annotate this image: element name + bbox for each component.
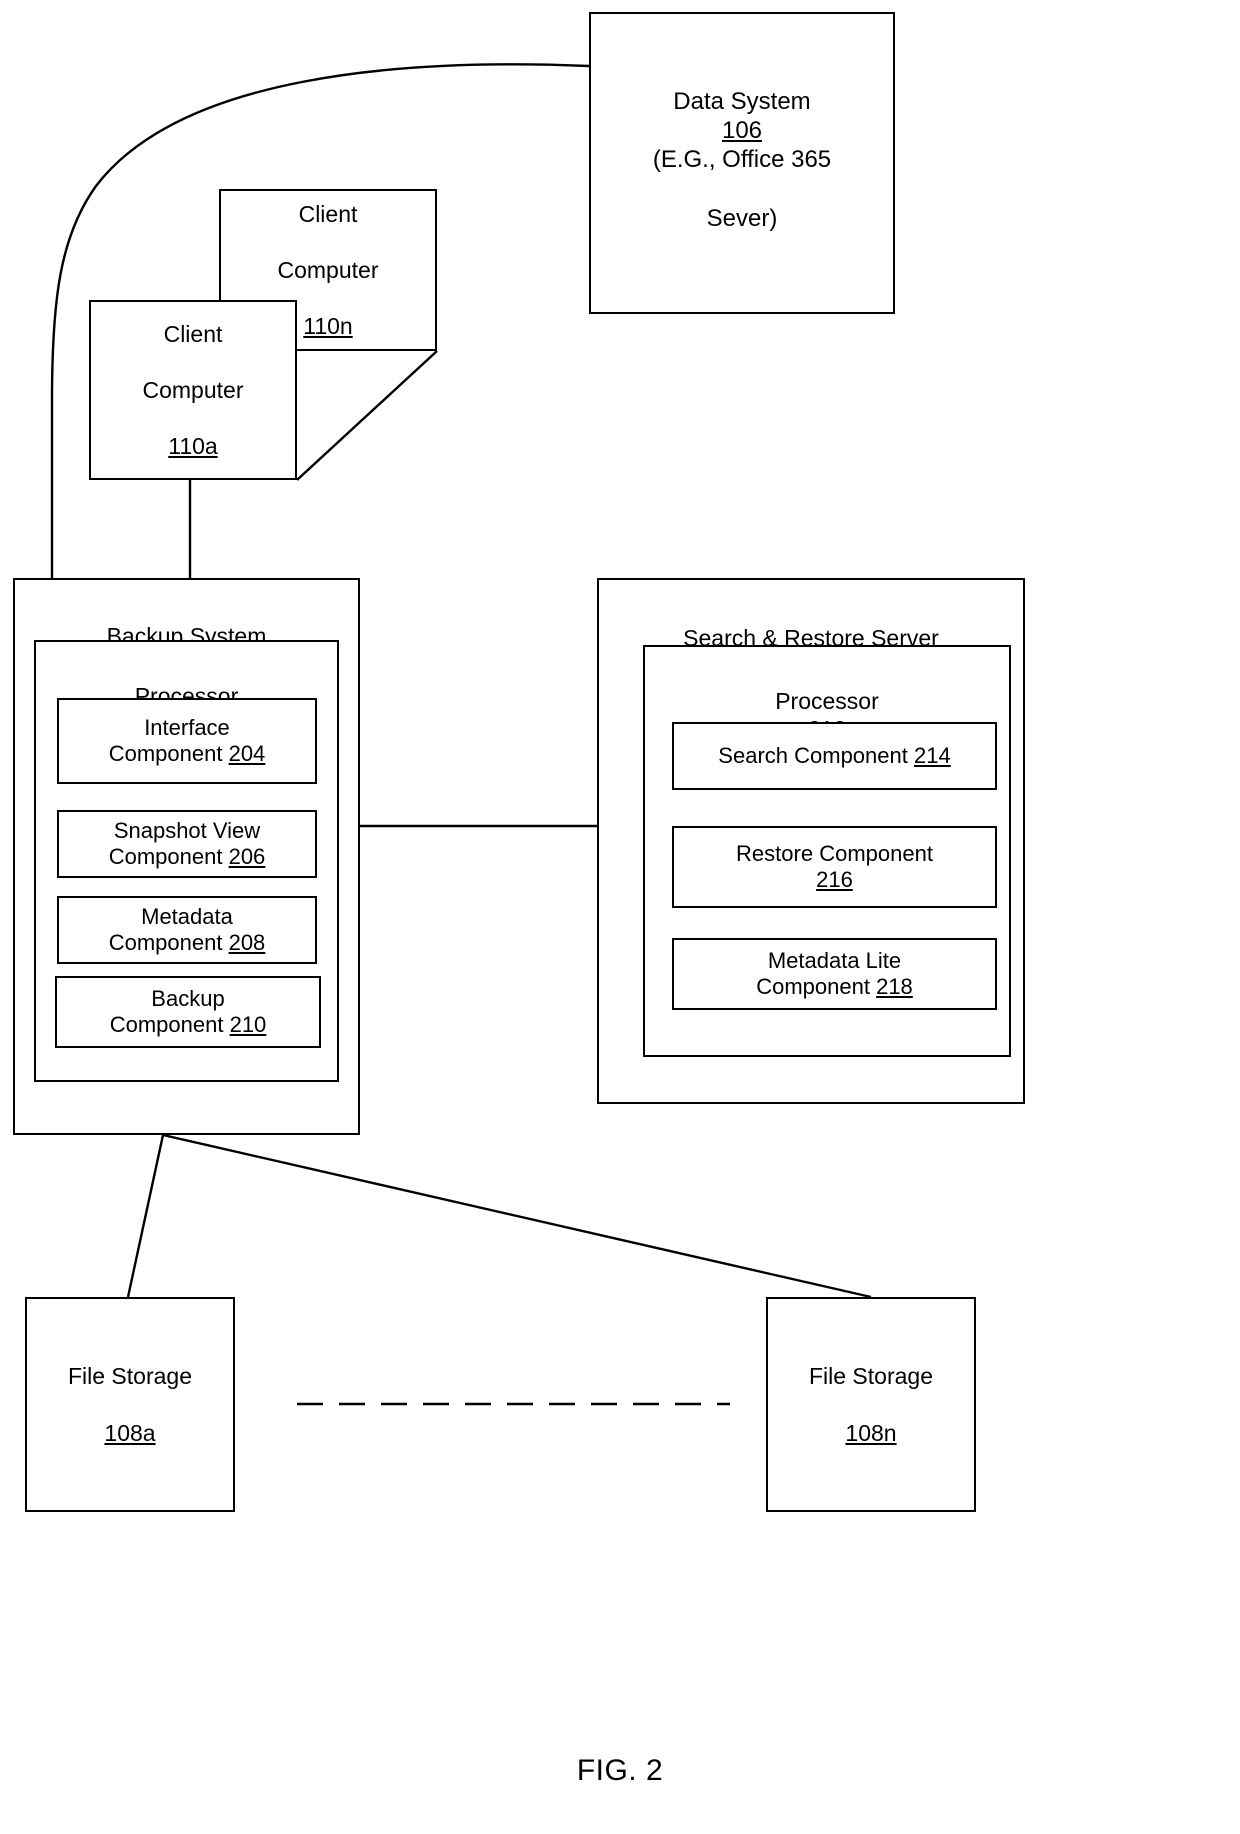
node-interface-component[interactable]: Interface Component 204 [57, 698, 317, 784]
file-storage-a-label: File Storage 108a [27, 1299, 233, 1510]
figure-caption: FIG. 2 [576, 1754, 664, 1787]
metadata-lite-component-ref: 218 [876, 974, 913, 999]
data-system-line2: (E.G., Office 365 [652, 146, 832, 174]
connector-backup-to-file-storage-n [162, 1133, 872, 1299]
node-snapshot-view-component[interactable]: Snapshot View Component 206 [57, 810, 317, 878]
client-a-line2: Computer [142, 376, 244, 403]
client-a-line1: Client [163, 320, 223, 347]
node-restore-component[interactable]: Restore Component 216 [672, 826, 997, 908]
file-storage-n-label: File Storage 108n [768, 1299, 974, 1510]
restore-component-line1: Restore Component [736, 841, 933, 866]
connector-backup-to-file-storage-a [126, 1134, 165, 1298]
interface-component-line2: Component [108, 741, 223, 766]
metadata-lite-component-line1: Metadata Lite [767, 948, 902, 973]
connector-client-stack [296, 350, 438, 481]
backup-component-ref: 210 [229, 1012, 267, 1037]
snapshot-view-component-line2: Component [108, 844, 223, 869]
backup-component-line2: Component [109, 1012, 224, 1037]
restore-component-ref: 216 [816, 867, 853, 892]
search-component-line1: Search Component [718, 743, 908, 768]
client-a-label: Client Computer 110a [91, 302, 295, 478]
file-storage-a-ref: 108a [104, 1419, 156, 1446]
search-component-ref: 214 [913, 743, 951, 768]
node-file-storage-108n[interactable]: File Storage 108n [766, 1297, 976, 1512]
file-storage-a-line1: File Storage [67, 1363, 192, 1390]
patent-figure-page: Data System 106 (E.G., Office 365 Sever)… [0, 0, 1240, 1834]
data-system-line1: Data System [673, 87, 811, 115]
node-metadata-lite-component[interactable]: Metadata Lite Component 218 [672, 938, 997, 1010]
client-n-line1: Client [298, 200, 358, 227]
client-a-ref: 110a [168, 433, 218, 460]
node-file-storage-108a[interactable]: File Storage 108a [25, 1297, 235, 1512]
file-storage-n-line1: File Storage [808, 1363, 933, 1390]
node-backup-component[interactable]: Backup Component 210 [55, 976, 321, 1048]
metadata-component-ref: 208 [228, 930, 266, 955]
data-system-label: Data System 106 (E.G., Office 365 Sever) [591, 14, 893, 312]
metadata-component-line1: Metadata [141, 904, 233, 929]
node-search-component[interactable]: Search Component 214 [672, 722, 997, 790]
node-client-computer-110a[interactable]: Client Computer 110a [89, 300, 297, 480]
snapshot-view-component-ref: 206 [228, 844, 266, 869]
data-system-line3: Sever) [706, 204, 778, 232]
interface-component-line1: Interface [144, 715, 230, 740]
client-n-ref: 110n [303, 313, 353, 340]
interface-component-ref: 204 [228, 741, 266, 766]
node-data-system[interactable]: Data System 106 (E.G., Office 365 Sever) [589, 12, 895, 314]
metadata-lite-component-line2: Component [756, 974, 870, 999]
search-processor-title-text: Processor [775, 688, 879, 715]
client-n-line2: Computer [277, 256, 379, 283]
backup-component-line1: Backup [151, 986, 225, 1011]
node-metadata-component[interactable]: Metadata Component 208 [57, 896, 317, 964]
metadata-component-line2: Component [108, 930, 223, 955]
snapshot-view-component-line1: Snapshot View [113, 818, 261, 843]
data-system-ref: 106 [721, 117, 763, 145]
file-storage-n-ref: 108n [845, 1419, 897, 1446]
